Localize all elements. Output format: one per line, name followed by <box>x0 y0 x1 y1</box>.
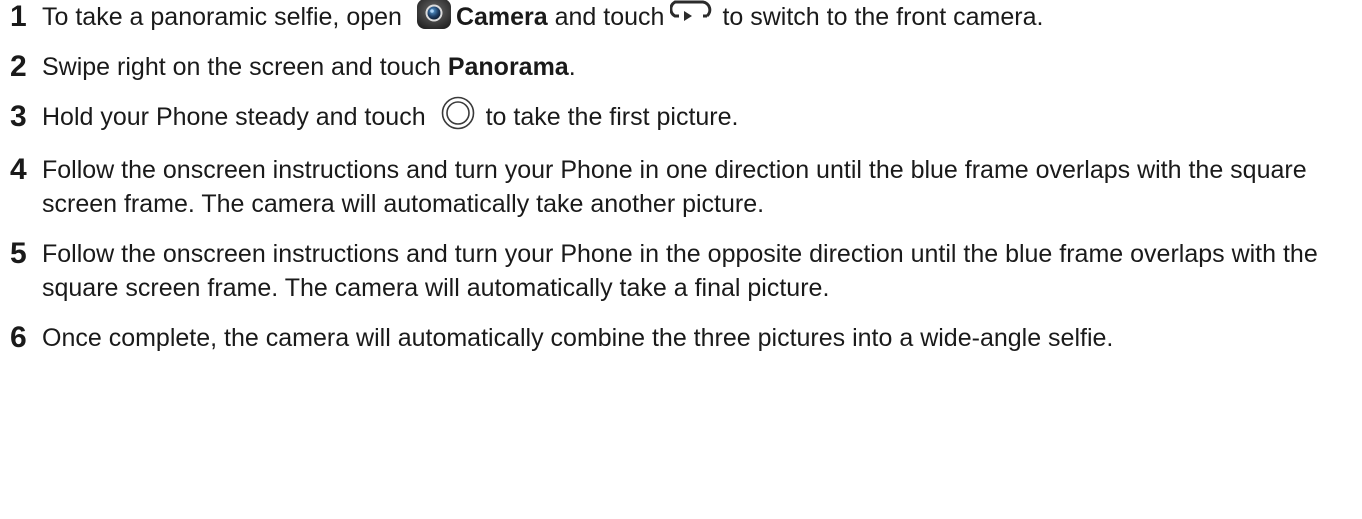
step-text-part: to switch to the front camera. <box>722 3 1044 31</box>
camera-app-icon <box>416 0 452 30</box>
step-3: 3 Hold your Phone steady and touch to ta… <box>10 96 1355 136</box>
step-number: 3 <box>10 100 27 134</box>
panorama-selfie-steps: 1 To take a panoramic selfie, open Camer… <box>10 0 1355 371</box>
step-5: 5 Follow the onscreen instructions and t… <box>10 237 1355 305</box>
step-number: 1 <box>10 0 27 33</box>
step-text: Follow the onscreen instructions and tur… <box>42 155 1307 218</box>
panorama-mode-name: Panorama <box>447 53 569 82</box>
step-text-part: To take a panoramic selfie, open <box>42 3 402 31</box>
step-number: 4 <box>10 152 27 186</box>
step-2: 2 Swipe right on the screen and touch Pa… <box>10 50 1355 84</box>
step-text: Once complete, the camera will automatic… <box>42 323 1114 352</box>
step-1: 1 To take a panoramic selfie, open Camer… <box>10 0 1355 34</box>
step-text-part: to take the first picture. <box>485 103 739 132</box>
step-text-part: Hold your Phone steady and touch <box>42 103 426 132</box>
step-text: Swipe right on the screen and touch Pano… <box>42 50 1355 84</box>
step-text-part: . <box>568 53 576 82</box>
step-6: 6 Once complete, the camera will automat… <box>10 321 1355 355</box>
step-text-part: and touch <box>554 3 665 31</box>
step-4: 4 Follow the onscreen instructions and t… <box>10 153 1355 221</box>
step-number: 5 <box>10 236 27 270</box>
step-number: 2 <box>10 50 27 84</box>
step-text: Hold your Phone steady and touch to take… <box>42 96 1355 136</box>
step-text: Follow the onscreen instructions and tur… <box>42 239 1318 302</box>
step-number: 6 <box>10 320 27 354</box>
step-text-part: Swipe right on the screen and touch <box>42 53 441 82</box>
switch-camera-icon <box>669 0 712 27</box>
step-text: To take a panoramic selfie, open Camera … <box>42 0 1355 34</box>
camera-app-name: Camera <box>455 3 548 31</box>
shutter-icon <box>440 95 476 131</box>
